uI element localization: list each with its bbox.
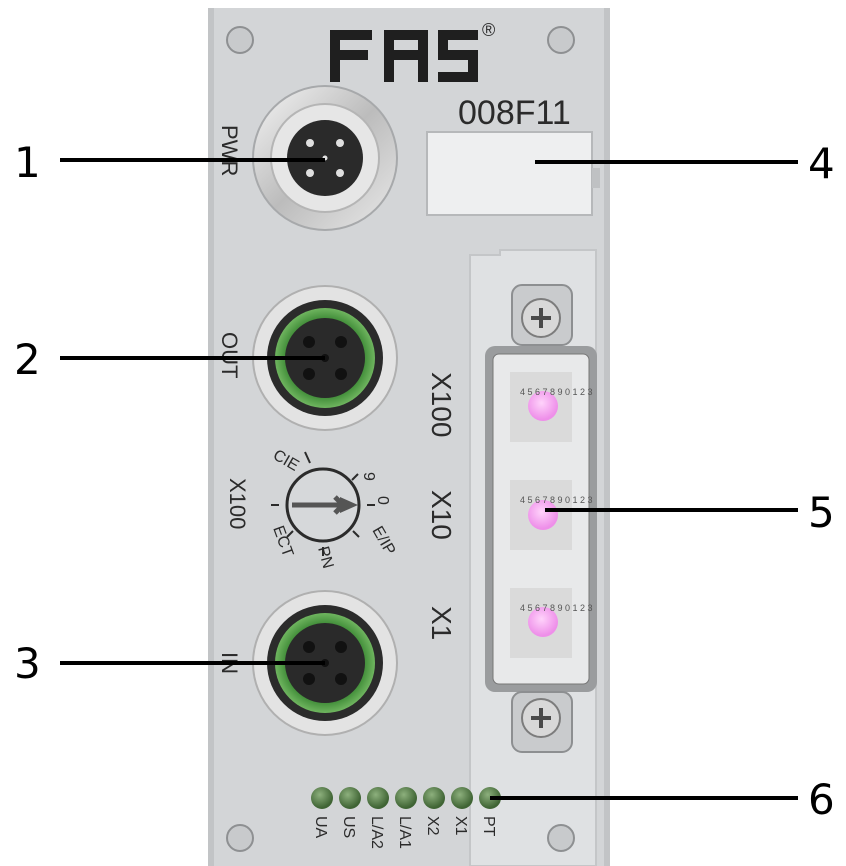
svg-text:4 5 6 7 8 9 0 1 2 3: 4 5 6 7 8 9 0 1 2 3	[520, 387, 593, 397]
callout-3: 3	[14, 639, 41, 688]
mounting-hole-top-right	[547, 26, 575, 54]
device-diagram: ® 008F11 PWR OUT CIE 9 0 E/IP PN ECT X10…	[14, 8, 835, 866]
selector-mark-0: 0	[374, 496, 391, 505]
callout-2: 2	[14, 335, 41, 384]
model-number: 008F11	[458, 94, 571, 132]
callout-6: 6	[808, 775, 835, 824]
selector-mark-9: 9	[360, 472, 377, 481]
out-label: OUT	[217, 332, 242, 378]
svg-text:4 5 6 7 8 9 0 1 2 3: 4 5 6 7 8 9 0 1 2 3	[520, 603, 593, 613]
mounting-hole-bottom-left	[226, 824, 254, 852]
led-label-x1: X1	[452, 816, 469, 836]
callout-1: 1	[14, 138, 41, 187]
callout-4: 4	[808, 139, 835, 188]
led-label-x2: X2	[424, 816, 441, 836]
switch-label-x100: X100	[426, 372, 457, 437]
led-la1	[395, 787, 417, 809]
label-field	[426, 131, 600, 216]
switch-label-x1: X1	[426, 606, 457, 640]
led-la2	[367, 787, 389, 809]
led-label-la1: L/A1	[396, 816, 413, 849]
led-label-us: US	[340, 816, 357, 838]
led-x2	[423, 787, 445, 809]
led-label-la2: L/A2	[368, 816, 385, 849]
selector-label-x100: X100	[225, 478, 250, 529]
led-label-pt: PT	[480, 816, 497, 837]
svg-text:4 5 6 7 8 9 0 1 2 3: 4 5 6 7 8 9 0 1 2 3	[520, 495, 593, 505]
led-ua	[311, 787, 333, 809]
registered-mark: ®	[482, 20, 495, 40]
mounting-hole-bottom-right	[547, 824, 575, 852]
pwr-label: PWR	[217, 125, 242, 176]
callout-5: 5	[808, 488, 835, 537]
led-x1	[451, 787, 473, 809]
switch-label-x10: X10	[426, 490, 457, 540]
led-us	[339, 787, 361, 809]
led-label-ua: UA	[312, 816, 329, 839]
mounting-hole-top-left	[226, 26, 254, 54]
